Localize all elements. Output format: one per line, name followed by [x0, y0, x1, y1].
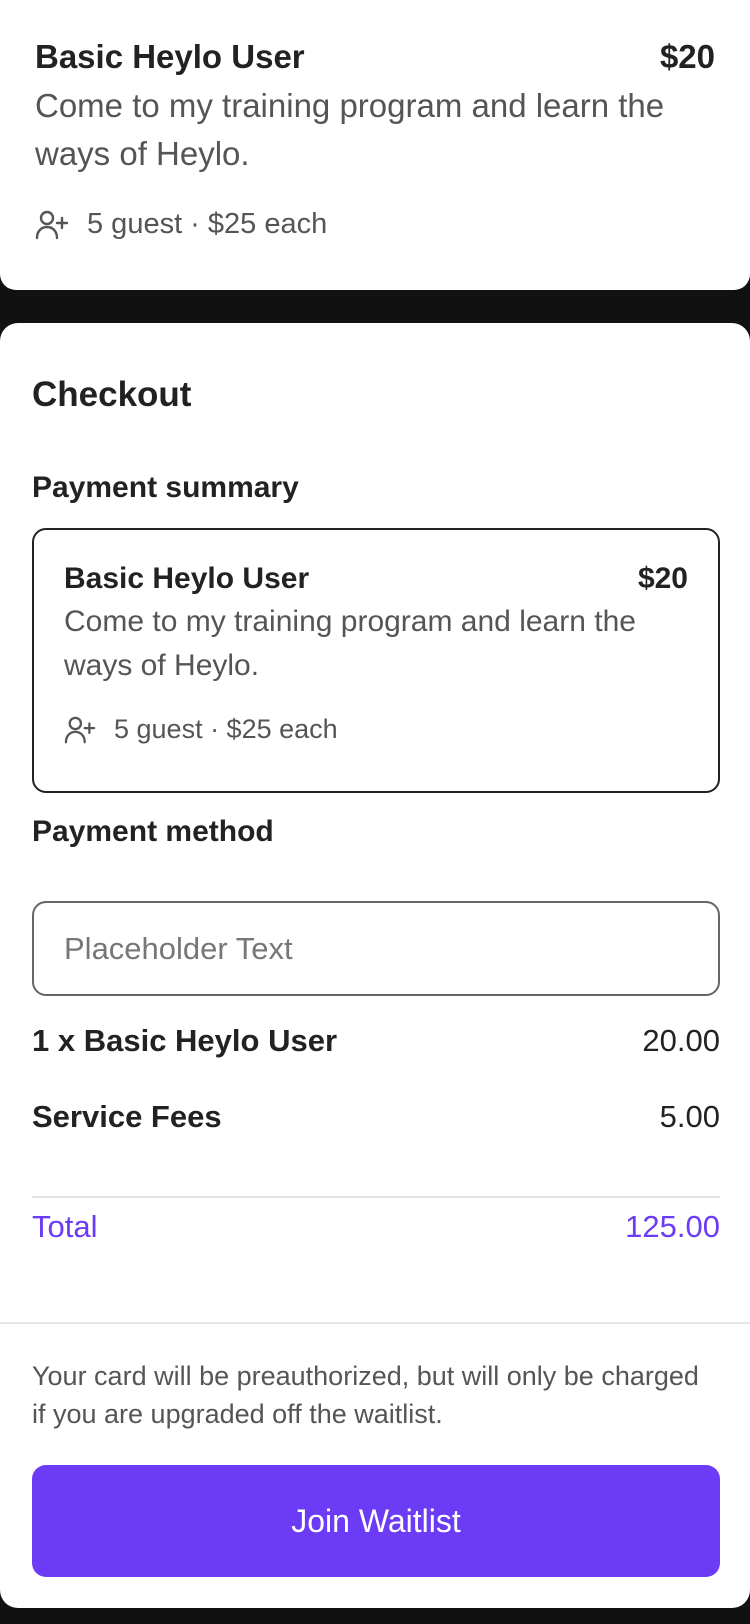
line-item-label: Service Fees [32, 1099, 222, 1134]
line-item-value: 20.00 [642, 1023, 720, 1058]
add-user-icon [64, 716, 96, 743]
line-item-product: 1 x Basic Heylo User 20.00 [32, 1023, 720, 1059]
summary-guest-row: 5 guest · $25 each [64, 714, 688, 745]
payment-method-field[interactable]: Placeholder Text [32, 901, 720, 996]
checkout-sheet: Checkout Payment summary Basic Heylo Use… [0, 323, 750, 1608]
line-item-service-fees: Service Fees 5.00 [32, 1099, 720, 1135]
payment-method-label: Payment method [32, 815, 274, 848]
summary-description: Come to my training program and learn th… [64, 605, 636, 682]
guest-info-text: 5 guest · $25 each [87, 208, 328, 240]
divider [0, 1322, 750, 1324]
line-item-label: 1 x Basic Heylo User [32, 1023, 338, 1058]
add-user-icon [35, 210, 69, 239]
summary-guest-text: 5 guest · $25 each [114, 714, 338, 744]
event-card: Basic Heylo User $20 Come to my training… [0, 0, 750, 290]
line-item-value: 5.00 [659, 1099, 720, 1134]
summary-title: Basic Heylo User [64, 562, 310, 595]
event-description: Come to my training program and learn th… [35, 87, 665, 172]
payment-summary-label: Payment summary [32, 471, 299, 504]
event-card-header: Basic Heylo User $20 [35, 38, 715, 76]
event-title: Basic Heylo User [35, 38, 305, 75]
summary-price: $20 [637, 562, 688, 595]
join-waitlist-button[interactable]: Join Waitlist [32, 1465, 720, 1577]
total-value: 125.00 [625, 1209, 720, 1244]
preauthorization-note: Your card will be preauthorized, but wil… [32, 1361, 699, 1429]
checkout-title: Checkout [32, 375, 192, 414]
payment-summary-card: Basic Heylo User $20 Come to my training… [32, 528, 720, 793]
summary-header: Basic Heylo User $20 [64, 562, 688, 596]
payment-method-placeholder: Placeholder Text [64, 930, 293, 966]
total-label: Total [32, 1209, 98, 1244]
guest-info-row: 5 guest · $25 each [35, 208, 715, 241]
divider [32, 1196, 720, 1198]
total-row: Total 125.00 [32, 1209, 720, 1245]
event-price: $20 [659, 38, 715, 75]
